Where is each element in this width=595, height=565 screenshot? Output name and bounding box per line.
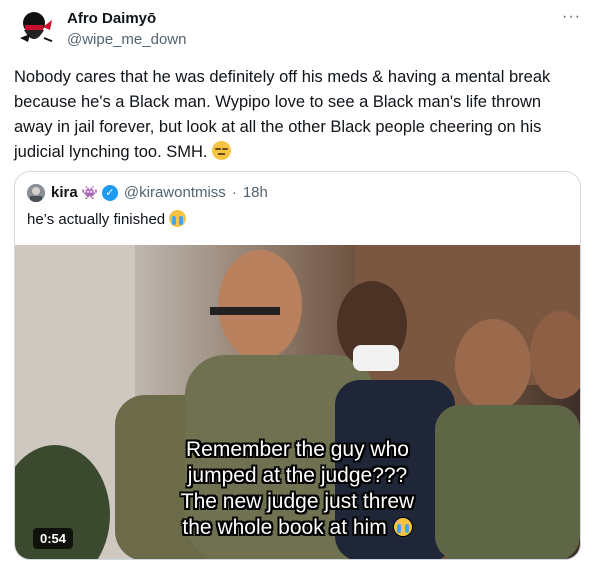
caption-line-last: the whole book at him bbox=[15, 515, 580, 541]
alien-monster-emoji-icon: 👾 bbox=[81, 185, 98, 200]
tweet-body: Nobody cares that he was definitely off … bbox=[14, 65, 579, 165]
quoted-text: he’s actually finished bbox=[27, 211, 166, 228]
quoted-avatar-icon bbox=[27, 184, 45, 202]
caption-line: the whole book at him bbox=[182, 516, 387, 539]
author-name[interactable]: Afro Daimyō bbox=[67, 10, 156, 28]
video-thumbnail[interactable]: Remember the guy who jumped at the judge… bbox=[15, 245, 580, 559]
quoted-header: kira 👾 ✓ @kirawontmiss · 18h bbox=[51, 184, 268, 202]
verified-badge-icon: ✓ bbox=[101, 185, 118, 201]
tweet: Afro Daimyō @wipe_me_down ··· Nobody car… bbox=[0, 0, 595, 565]
quoted-tweet[interactable]: kira 👾 ✓ @kirawontmiss · 18h he’s actual… bbox=[14, 171, 581, 560]
loudly-crying-face-emoji-icon bbox=[169, 210, 187, 227]
quoted-name[interactable]: kira bbox=[51, 184, 78, 202]
video-caption: Remember the guy who jumped at the judge… bbox=[15, 437, 580, 541]
afro-samurai-avatar-icon bbox=[14, 8, 56, 50]
author-handle[interactable]: @wipe_me_down bbox=[67, 31, 186, 49]
author-avatar[interactable] bbox=[14, 8, 56, 50]
caption-line: jumped at the judge??? bbox=[187, 464, 408, 487]
video-duration-badge: 0:54 bbox=[33, 528, 74, 549]
loudly-crying-face-emoji-icon bbox=[392, 517, 413, 537]
caption-line: The new judge just threw bbox=[180, 490, 415, 513]
quoted-separator: · bbox=[231, 184, 237, 201]
caption-line: Remember the guy who bbox=[186, 438, 409, 461]
quoted-avatar[interactable] bbox=[27, 184, 45, 202]
expressionless-face-emoji-icon bbox=[212, 141, 232, 160]
quoted-time[interactable]: 18h bbox=[243, 184, 268, 202]
tweet-text: Nobody cares that he was definitely off … bbox=[14, 68, 551, 161]
more-options-icon[interactable]: ··· bbox=[562, 8, 581, 26]
quoted-text-line: he’s actually finished bbox=[27, 210, 187, 229]
quoted-handle[interactable]: @kirawontmiss bbox=[124, 184, 226, 202]
